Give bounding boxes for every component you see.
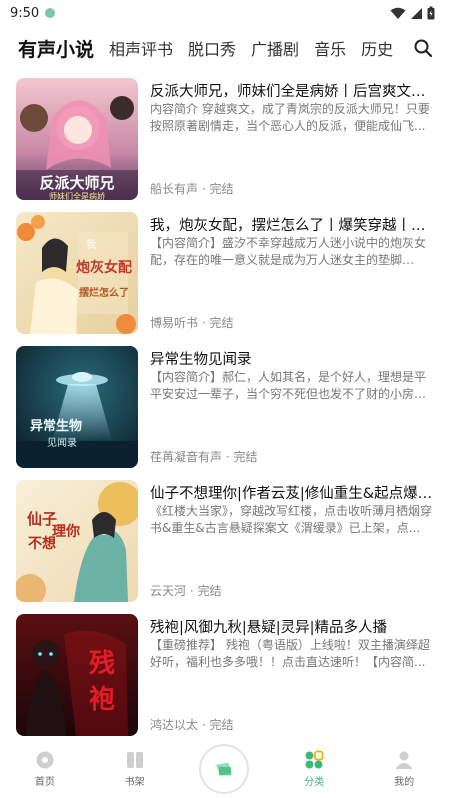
- item-title: 仙子不想理你|作者云芨|修仙重生&起点爆款...: [150, 486, 435, 502]
- item-meta: 荏苒凝音有声 · 完结: [150, 450, 258, 464]
- audiobook-list: 反派大师兄 师妹们全是病娇 反派大师兄，师妹们全是病娇丨后宫爽文丨... 内容简…: [0, 76, 449, 746]
- list-item[interactable]: 我 炮灰女配 摆烂怎么了 我，炮灰女配，摆烂怎么了丨爆笑穿越丨团... 【内容简…: [0, 210, 449, 344]
- cover-title-text: 异常生物: [30, 418, 82, 434]
- cover-subtitle-text: 摆烂怎么了: [79, 286, 129, 299]
- item-description: 【重磅推荐】 残袍（粤语版）上线啦！双主播演绎超好听，福利也多多哦！！点击直达速…: [150, 638, 430, 669]
- tab-radio-drama[interactable]: 广播剧: [251, 36, 299, 60]
- item-description: 【内容简介】郝仁，人如其名，是个好人，理想是平平安安过一辈子，当个穷不死但也发不…: [150, 370, 427, 401]
- item-title: 我，炮灰女配，摆烂怎么了丨爆笑穿越丨团...: [150, 218, 435, 234]
- item-meta: 鸿达以太 · 完结: [150, 718, 234, 732]
- profile-icon: [395, 751, 413, 769]
- item-description: 《红楼大当家》，穿越改写红楼，点击收听薄月栖烟穿书&重生&古言悬疑探案文《渭缓录…: [150, 504, 433, 535]
- play-center-button[interactable]: [199, 744, 250, 794]
- bottom-nav: 首页 书架 分类 我的: [0, 738, 449, 798]
- nav-home[interactable]: 首页: [0, 738, 90, 798]
- cover-badge-text: 我: [86, 239, 96, 251]
- cover-title-text: 残: [89, 649, 115, 679]
- cover-image: 反派大师兄 师妹们全是病娇: [16, 78, 138, 200]
- play-center-icon: [216, 762, 233, 776]
- nav-bookshelf-label: 书架: [124, 777, 145, 788]
- nav-home-label: 首页: [34, 777, 55, 788]
- cover-image: 仙子 不想 理你: [16, 480, 138, 602]
- list-item[interactable]: 反派大师兄 师妹们全是病娇 反派大师兄，师妹们全是病娇丨后宫爽文丨... 内容简…: [0, 76, 449, 210]
- nav-profile[interactable]: 我的: [359, 738, 449, 798]
- cover-subtitle-text: 袍: [89, 685, 115, 715]
- tab-music[interactable]: 音乐: [314, 36, 346, 60]
- category-tabs: 有声小说 相声评书 脱口秀 广播剧 音乐 历史: [0, 30, 449, 66]
- notification-icon: [45, 8, 56, 18]
- item-title: 残袍|风御九秋|悬疑|灵异|精品多人播: [150, 620, 388, 636]
- cover-title-text: 炮灰女配: [76, 259, 132, 276]
- item-title: 反派大师兄，师妹们全是病娇丨后宫爽文丨...: [150, 84, 435, 100]
- cover-title-text: 反派大师兄: [39, 174, 114, 192]
- item-meta: 云天河 · 完结: [150, 584, 222, 598]
- item-description: 【内容简介】盛汐不幸穿越成万人迷小说中的炮灰女配，存在的唯一意义就是成为万人迷女…: [150, 236, 427, 267]
- category-icon: [305, 750, 324, 769]
- wifi-icon: [390, 7, 406, 19]
- battery-icon: [427, 6, 435, 20]
- cover-tagline-text: 理你: [52, 523, 80, 540]
- list-item[interactable]: 残 袍 残袍|风御九秋|悬疑|灵异|精品多人播 【重磅推荐】 残袍（粤语版）上线…: [0, 612, 449, 746]
- list-item[interactable]: 仙子 不想 理你 仙子不想理你|作者云芨|修仙重生&起点爆款... 《红楼大当家…: [0, 478, 449, 612]
- cover-image: 异常生物 见闻录: [16, 346, 138, 468]
- tab-talk-show[interactable]: 脱口秀: [188, 36, 236, 60]
- item-description: 内容简介 穿越爽文，成了青岚宗的反派大师兄！只要按照原著剧情走，当个恶心人的反派…: [150, 102, 430, 133]
- cover-image: 我 炮灰女配 摆烂怎么了: [16, 212, 138, 334]
- nav-player[interactable]: [180, 738, 270, 798]
- status-icons: [390, 6, 435, 20]
- item-meta: 船长有声 · 完结: [150, 182, 234, 196]
- list-item[interactable]: 异常生物 见闻录 异常生物见闻录 【内容简介】郝仁，人如其名，是个好人，理想是平…: [0, 344, 449, 478]
- item-meta: 博易听书 · 完结: [150, 316, 234, 330]
- nav-category-label: 分类: [304, 777, 325, 788]
- item-title: 异常生物见闻录: [150, 352, 252, 368]
- search-icon[interactable]: [413, 38, 433, 58]
- nav-category[interactable]: 分类: [269, 738, 359, 798]
- bookshelf-icon: [126, 752, 143, 768]
- tab-audio-novel[interactable]: 有声小说: [18, 35, 94, 62]
- tab-crosstalk[interactable]: 相声评书: [109, 36, 173, 60]
- status-time: 9:50: [10, 5, 40, 21]
- home-disc-icon: [36, 751, 54, 769]
- cover-image: 残 袍: [16, 614, 138, 736]
- nav-bookshelf[interactable]: 书架: [90, 738, 180, 798]
- tab-history[interactable]: 历史: [361, 36, 393, 60]
- cover-subtitle-text: 师妹们全是病娇: [49, 191, 105, 200]
- cover-subtitle-text: 见闻录: [47, 436, 77, 449]
- signal-icon: [411, 7, 422, 19]
- nav-profile-label: 我的: [394, 777, 415, 788]
- status-bar: 9:50: [0, 0, 449, 26]
